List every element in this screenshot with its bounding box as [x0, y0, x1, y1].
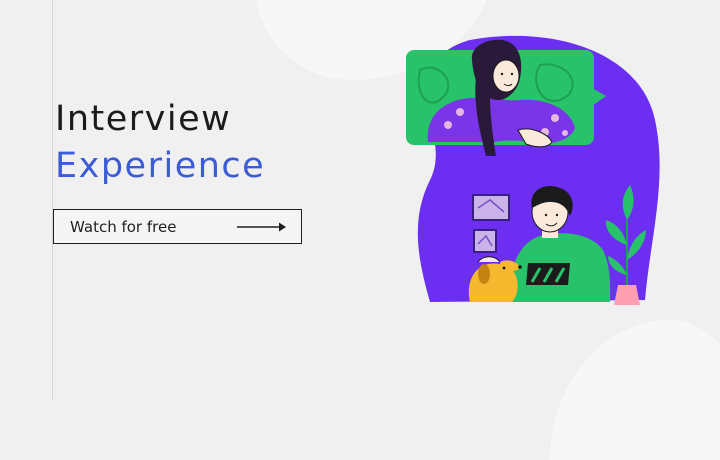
headline-line-1: Interview	[55, 99, 232, 139]
woman-video-panel	[406, 39, 606, 156]
watch-for-free-button[interactable]: Watch for free	[53, 209, 302, 244]
video-call-illustration	[406, 35, 660, 305]
background-shape-bottom	[550, 320, 720, 460]
hero-headline: Interview Experience	[55, 102, 265, 184]
cta-label: Watch for free	[70, 217, 177, 236]
guide-line	[52, 0, 53, 400]
arrow-right-icon	[237, 222, 286, 232]
headline-line-2: Experience	[55, 146, 266, 186]
